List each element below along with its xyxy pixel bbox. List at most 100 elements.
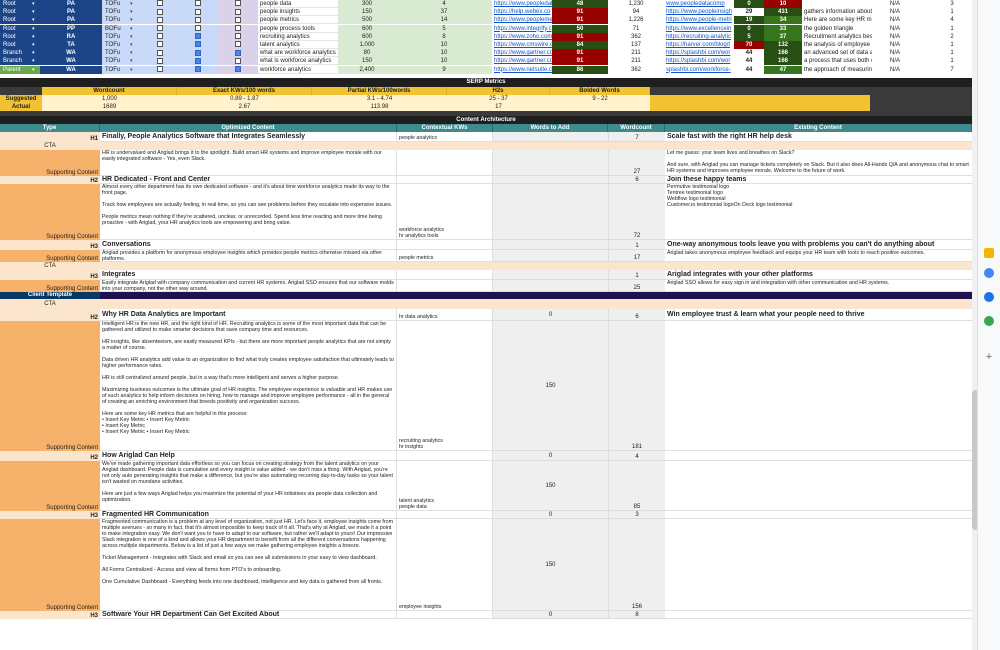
checkbox[interactable] <box>195 25 201 32</box>
contextual-keywords[interactable]: workforce analytics hr analytics tools <box>397 184 493 240</box>
existing-content[interactable]: Win employee trust & learn what your peo… <box>665 309 972 321</box>
intent-cell[interactable]: PP <box>40 24 102 33</box>
competitor-url-link[interactable]: https://splashbi.com/wor <box>664 49 734 57</box>
existing-content[interactable]: Scale fast with the right HR help desk <box>665 132 972 142</box>
contextual-keywords[interactable]: people analytics <box>397 132 493 142</box>
heading-text[interactable]: Why HR Data Analytics are Important <box>100 309 397 321</box>
heading-text[interactable]: Finally, People Analytics Software that … <box>100 132 397 142</box>
checkbox-cell[interactable] <box>218 57 258 66</box>
checkbox[interactable] <box>195 66 201 73</box>
contextual-keywords[interactable] <box>397 280 493 292</box>
dropdown-arrow-icon[interactable]: ▾ <box>130 57 138 65</box>
competitor-url-link[interactable]: https://www.people-metri <box>664 16 734 24</box>
checkbox-cell[interactable] <box>178 65 218 74</box>
contextual-keywords[interactable]: employee insights <box>397 519 493 611</box>
checkbox[interactable] <box>157 33 163 40</box>
existing-content[interactable] <box>665 519 972 611</box>
contextual-keywords[interactable] <box>397 511 493 519</box>
contextual-keywords[interactable] <box>397 611 493 619</box>
intent-cell[interactable]: WA <box>40 57 102 66</box>
intent-cell[interactable]: WA <box>40 49 102 58</box>
existing-content[interactable]: One-way anonymous tools leave you with p… <box>665 240 972 250</box>
checkbox[interactable] <box>235 41 241 48</box>
intent-cell[interactable]: PA <box>40 0 102 8</box>
existing-content[interactable]: Ariglad SSO allows for easy sign in and … <box>665 280 972 292</box>
checkbox-cell[interactable] <box>218 49 258 58</box>
supporting-text[interactable]: Almost every other department has its ow… <box>100 184 397 240</box>
existing-content[interactable] <box>665 511 972 519</box>
checkbox[interactable] <box>157 16 163 23</box>
heading-text[interactable]: Conversations <box>100 240 397 250</box>
checkbox[interactable] <box>157 66 163 73</box>
dropdown-arrow-icon[interactable]: ▾ <box>130 49 138 57</box>
checkbox[interactable] <box>195 41 201 48</box>
dropdown-arrow-icon[interactable]: ▾ <box>32 41 40 49</box>
checkbox-cell[interactable] <box>218 16 258 25</box>
cta-row[interactable] <box>100 262 972 270</box>
checkbox[interactable] <box>157 8 163 15</box>
heading-text[interactable]: Software Your HR Department Can Get Exci… <box>100 611 397 619</box>
checkbox-cell[interactable] <box>218 24 258 33</box>
competitor-url-link[interactable]: https://harver.com/blog/t <box>664 41 734 49</box>
dropdown-arrow-icon[interactable]: ▾ <box>32 24 40 33</box>
heading-text[interactable]: HR Dedicated - Front and Center <box>100 176 397 184</box>
checkbox-cell[interactable] <box>218 32 258 41</box>
checkbox-cell[interactable] <box>140 16 180 25</box>
competitor-url-link[interactable]: https://recruiting-analytic <box>664 33 734 41</box>
checkbox[interactable] <box>235 57 241 64</box>
url-link[interactable]: https://www.netsuite.co <box>492 66 552 74</box>
checkbox-cell[interactable] <box>178 8 218 17</box>
checkbox-cell[interactable] <box>178 49 218 58</box>
add-addon-icon[interactable]: + <box>984 352 994 363</box>
supporting-text[interactable]: Ariglad provides a platform for anonymou… <box>100 250 397 262</box>
checkbox-cell[interactable] <box>178 0 218 8</box>
dropdown-arrow-icon[interactable]: ▾ <box>130 66 138 74</box>
checkbox[interactable] <box>195 8 201 15</box>
checkbox-cell[interactable] <box>218 65 258 74</box>
checkbox[interactable] <box>235 33 241 40</box>
checkbox-cell[interactable] <box>140 49 180 58</box>
url-link[interactable]: https://www.integrify.c <box>492 25 552 33</box>
contextual-keywords[interactable]: recruiting analytics hr insights <box>397 321 493 451</box>
competitor-url-link[interactable]: splashbi.com/workforce- <box>664 66 734 74</box>
dropdown-arrow-icon[interactable]: ▾ <box>130 25 138 33</box>
contextual-keywords[interactable] <box>397 270 493 280</box>
cta-row[interactable] <box>100 299 972 309</box>
contacts-icon[interactable] <box>984 292 994 302</box>
dropdown-arrow-icon[interactable]: ▾ <box>32 57 40 66</box>
supporting-text[interactable]: HR is undervalued and Ariglad brings it … <box>100 150 397 176</box>
heading-text[interactable]: Integrates <box>100 270 397 280</box>
existing-content[interactable] <box>665 611 972 619</box>
checkbox-cell[interactable] <box>218 41 258 49</box>
contextual-keywords[interactable]: hr data analytics <box>397 309 493 321</box>
checkbox[interactable] <box>235 66 241 73</box>
dropdown-arrow-icon[interactable]: ▾ <box>130 8 138 16</box>
checkbox[interactable] <box>157 49 163 56</box>
url-link[interactable]: https://www.peopledat <box>492 0 552 8</box>
competitor-url-link[interactable]: https://www.peopleinsigh <box>664 8 734 16</box>
checkbox[interactable] <box>235 16 241 23</box>
checkbox-cell[interactable] <box>178 32 218 41</box>
supporting-text[interactable]: Easily integrate Ariglad with company co… <box>100 280 397 292</box>
competitor-url-link[interactable]: www.peopledatacomp <box>664 0 734 8</box>
checkbox[interactable] <box>157 25 163 32</box>
existing-content[interactable]: Ariglad integrates with your other platf… <box>665 270 972 280</box>
dropdown-arrow-icon[interactable]: ▾ <box>130 0 138 8</box>
intent-cell[interactable]: PA <box>40 16 102 25</box>
dropdown-arrow-icon[interactable]: ▾ <box>32 49 40 58</box>
dropdown-arrow-icon[interactable]: ▾ <box>32 0 40 8</box>
contextual-keywords[interactable]: people metrics <box>397 250 493 262</box>
checkbox-cell[interactable] <box>178 24 218 33</box>
supporting-text[interactable]: Fragmented communication is a problem at… <box>100 519 397 611</box>
dropdown-arrow-icon[interactable]: ▾ <box>130 41 138 49</box>
existing-content[interactable]: Ariglad takes anonymous employee feedbac… <box>665 250 972 262</box>
existing-content[interactable] <box>665 461 972 511</box>
checkbox-cell[interactable] <box>140 41 180 49</box>
checkbox-cell[interactable] <box>178 41 218 49</box>
keep-icon[interactable] <box>984 248 994 258</box>
checkbox[interactable] <box>235 8 241 15</box>
checkbox-cell[interactable] <box>218 0 258 8</box>
contextual-keywords[interactable] <box>397 150 493 176</box>
checkbox-cell[interactable] <box>140 57 180 66</box>
checkbox-cell[interactable] <box>140 65 180 74</box>
